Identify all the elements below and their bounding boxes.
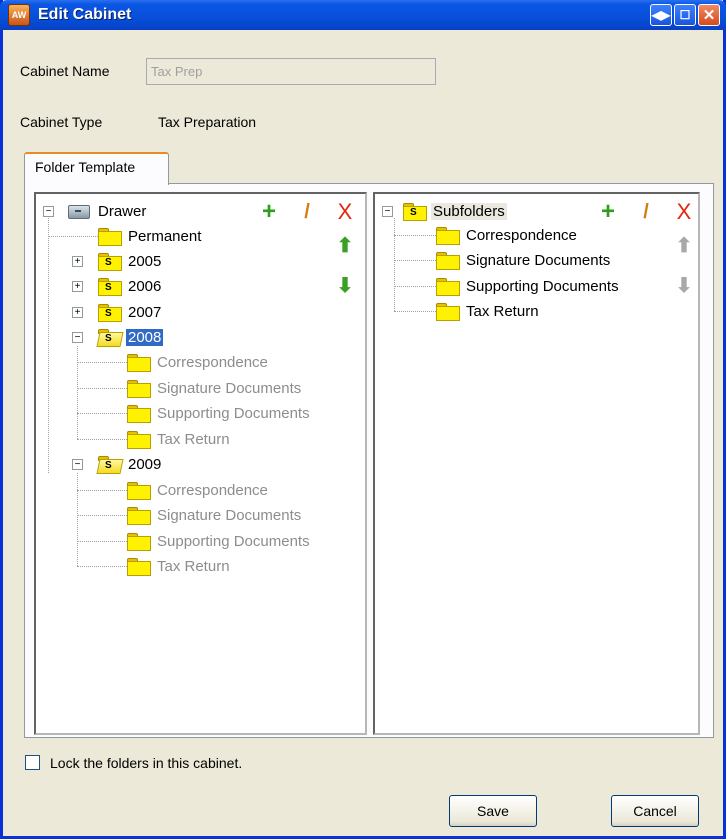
- node-label: 2006: [128, 277, 162, 295]
- cabinet-name-label: Cabinet Name: [20, 63, 110, 79]
- folder-icon: [98, 228, 122, 246]
- tree-node-correspondence[interactable]: Correspondence: [436, 224, 579, 246]
- node-label: Signature Documents: [157, 506, 302, 524]
- node-label: Supporting Documents: [157, 532, 310, 550]
- tree-node-drawer[interactable]: Drawer: [66, 200, 148, 222]
- folder-icon: [127, 482, 151, 500]
- cancel-button[interactable]: Cancel: [611, 795, 699, 827]
- folder-icon: [436, 252, 460, 270]
- folder-icon: [127, 380, 151, 398]
- node-label: Supporting Documents: [466, 277, 619, 295]
- move-up-button[interactable]: ⬆: [334, 235, 356, 257]
- tree-node-2008-tax-return[interactable]: Tax Return: [127, 428, 232, 450]
- node-label: Tax Return: [157, 430, 230, 448]
- tree-node-2005[interactable]: S 2005: [98, 250, 163, 272]
- folder-icon: [127, 507, 151, 525]
- expand-2007-icon[interactable]: +: [72, 307, 83, 318]
- subfolder-template-tree[interactable]: − S Subfolders Correspondence Signature …: [373, 192, 700, 735]
- move-subfolder-up-button[interactable]: ⬆: [673, 235, 695, 257]
- open-special-folder-icon: S: [98, 329, 120, 345]
- add-subfolder-button[interactable]: +: [597, 200, 619, 224]
- folder-icon: [127, 354, 151, 372]
- tree-node-2008-correspondence[interactable]: Correspondence: [127, 351, 270, 373]
- node-label: Correspondence: [466, 226, 577, 244]
- node-label: Supporting Documents: [157, 404, 310, 422]
- drawer-icon: [66, 203, 90, 219]
- tree-node-permanent[interactable]: Permanent: [98, 225, 203, 247]
- node-label: Permanent: [128, 227, 202, 245]
- collapse-subfolders-icon[interactable]: −: [382, 206, 393, 217]
- collapse-drawer-icon[interactable]: −: [43, 206, 54, 217]
- tree-node-2008-supporting-documents[interactable]: Supporting Documents: [127, 402, 312, 424]
- special-folder-icon: S: [98, 304, 122, 322]
- cabinet-name-input[interactable]: [146, 58, 436, 85]
- window-title: Edit Cabinet: [38, 6, 132, 23]
- folder-icon: [127, 405, 151, 423]
- folder-icon: [436, 227, 460, 245]
- node-label: Correspondence: [157, 481, 268, 499]
- tree-node-2009[interactable]: S 2009: [98, 453, 163, 475]
- tree-node-2009-tax-return[interactable]: Tax Return: [127, 555, 232, 577]
- tree-node-2008[interactable]: S 2008: [98, 326, 164, 348]
- tree-node-2006[interactable]: S 2006: [98, 275, 163, 297]
- tree-node-subfolders[interactable]: S Subfolders: [403, 200, 507, 222]
- node-label: 2008: [126, 328, 164, 346]
- tree-node-2008-signature-documents[interactable]: Signature Documents: [127, 377, 303, 399]
- folder-icon: [127, 533, 151, 551]
- node-label: 2007: [128, 303, 162, 321]
- expand-2006-icon[interactable]: +: [72, 281, 83, 292]
- app-logo-icon: AW: [8, 4, 30, 26]
- open-special-folder-icon: S: [98, 456, 120, 472]
- edit-cabinet-window: AW Edit Cabinet ◀▶ ☐ ✕ Cabinet Name Cabi…: [0, 0, 726, 839]
- node-label: Signature Documents: [157, 379, 302, 397]
- tree-node-supporting-documents[interactable]: Supporting Documents: [436, 275, 621, 297]
- cabinet-folder-tree[interactable]: − Drawer Permanent + S 2005 + S 2006 + S…: [34, 192, 367, 735]
- delete-folder-button[interactable]: X: [334, 201, 356, 223]
- special-folder-icon: S: [403, 203, 427, 221]
- lock-folders-label: Lock the folders in this cabinet.: [50, 755, 243, 771]
- folder-icon: [436, 303, 460, 321]
- cabinet-type-label: Cabinet Type: [20, 114, 103, 130]
- node-label: Correspondence: [157, 353, 268, 371]
- special-folder-icon: S: [98, 278, 122, 296]
- rename-subfolder-button[interactable]: /: [635, 201, 657, 223]
- rename-folder-button[interactable]: /: [296, 201, 318, 223]
- expand-2005-icon[interactable]: +: [72, 256, 83, 267]
- node-label: 2009: [128, 455, 162, 473]
- node-label: Tax Return: [157, 557, 230, 575]
- collapse-2009-icon[interactable]: −: [72, 459, 83, 470]
- tree-node-2009-correspondence[interactable]: Correspondence: [127, 479, 270, 501]
- move-down-button[interactable]: ⬇: [334, 275, 356, 297]
- cabinet-type-value: Tax Preparation: [158, 114, 257, 130]
- node-label: Tax Return: [466, 302, 539, 320]
- folder-icon: [127, 431, 151, 449]
- special-folder-icon: S: [98, 253, 122, 271]
- move-subfolder-down-button[interactable]: ⬇: [673, 275, 695, 297]
- tree-node-signature-documents[interactable]: Signature Documents: [436, 249, 612, 271]
- tree-node-2009-supporting-documents[interactable]: Supporting Documents: [127, 530, 312, 552]
- collapse-2008-icon[interactable]: −: [72, 332, 83, 343]
- tree-node-2007[interactable]: S 2007: [98, 301, 163, 323]
- tree-node-2009-signature-documents[interactable]: Signature Documents: [127, 504, 303, 526]
- delete-subfolder-button[interactable]: X: [673, 201, 695, 223]
- tab-folder-template[interactable]: Folder Template: [24, 152, 169, 185]
- node-label: Drawer: [98, 202, 147, 220]
- lock-folders-checkbox[interactable]: [25, 755, 40, 770]
- folder-icon: [436, 278, 460, 296]
- title-bar[interactable]: AW Edit Cabinet ◀▶ ☐ ✕: [0, 0, 726, 30]
- node-label: 2005: [128, 252, 162, 270]
- add-folder-button[interactable]: +: [258, 200, 280, 224]
- save-button[interactable]: Save: [449, 795, 537, 827]
- close-button[interactable]: ✕: [698, 4, 720, 26]
- restore-button[interactable]: ◀▶: [650, 4, 672, 26]
- tree-node-tax-return[interactable]: Tax Return: [436, 300, 541, 322]
- maximize-button[interactable]: ☐: [674, 4, 696, 26]
- node-label: Signature Documents: [466, 251, 611, 269]
- node-label: Subfolders: [431, 202, 507, 220]
- folder-icon: [127, 558, 151, 576]
